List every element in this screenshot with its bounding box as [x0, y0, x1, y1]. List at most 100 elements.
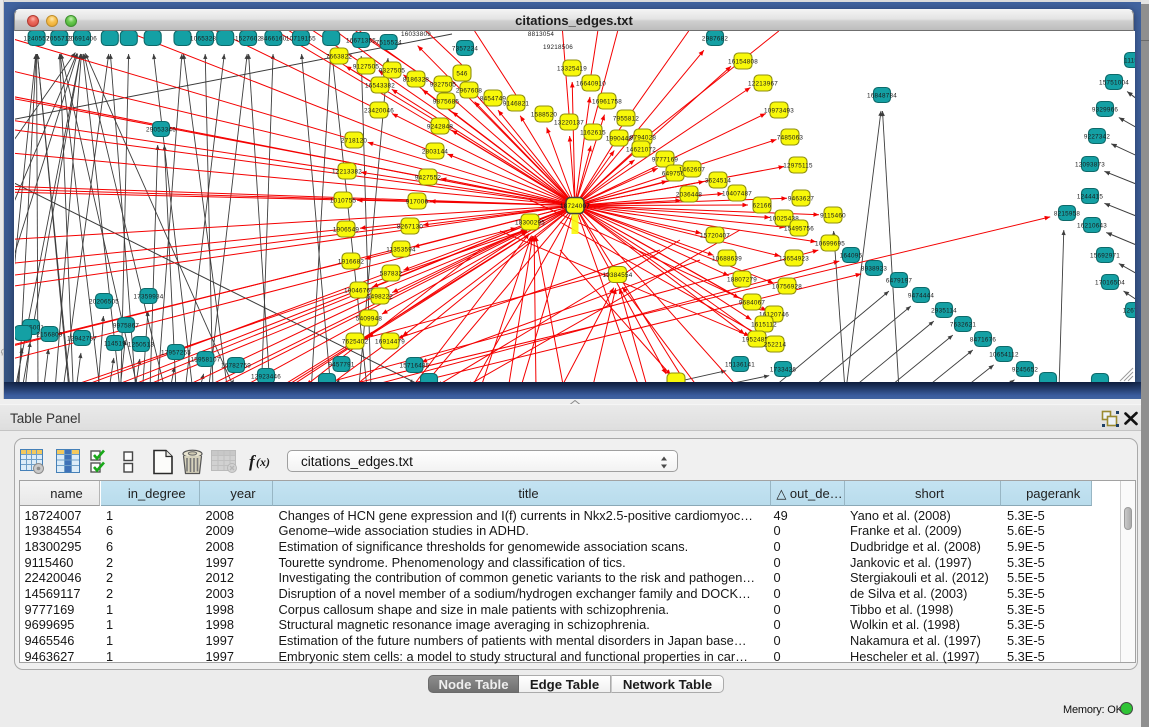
svg-text:5409948: 5409948: [356, 315, 383, 322]
svg-text:17359934: 17359934: [133, 293, 163, 300]
svg-text:1733426: 1733426: [770, 366, 797, 373]
svg-text:9146821: 9146821: [503, 100, 530, 107]
svg-text:18807279: 18807279: [727, 276, 757, 283]
svg-text:1916682: 1916682: [338, 258, 365, 265]
svg-text:5498222: 5498222: [367, 293, 394, 300]
svg-text:1588520: 1588520: [531, 111, 558, 118]
svg-text:9794028: 9794028: [630, 134, 657, 141]
svg-text:16210643: 16210643: [1077, 222, 1107, 229]
svg-text:8466160: 8466160: [260, 35, 287, 42]
svg-text:1010755: 1010755: [330, 197, 357, 204]
svg-text:8215958: 8215958: [1054, 210, 1081, 217]
svg-text:252214: 252214: [764, 341, 787, 348]
svg-text:16543382: 16543382: [365, 82, 395, 89]
svg-text:7625402: 7625402: [342, 338, 369, 345]
svg-text:1162615: 1162615: [580, 129, 606, 136]
svg-text:9115460: 9115460: [820, 212, 846, 219]
svg-text:12213967: 12213967: [748, 80, 778, 87]
svg-text:(x): (x): [256, 455, 270, 469]
svg-text:7357224: 7357224: [452, 45, 479, 52]
svg-text:2156809: 2156809: [36, 331, 63, 338]
svg-text:15716485: 15716485: [399, 362, 429, 369]
svg-text:19218506: 19218506: [543, 44, 573, 51]
svg-text:7632621: 7632621: [950, 321, 977, 328]
svg-text:15720407: 15720407: [700, 232, 730, 239]
svg-text:12093873: 12093873: [1075, 161, 1105, 168]
svg-text:15495756: 15495756: [784, 225, 814, 232]
svg-text:1906549: 1906549: [333, 226, 360, 233]
svg-text:16640910: 16640910: [576, 80, 606, 87]
svg-text:14621072: 14621072: [626, 146, 656, 153]
svg-text:9777169: 9777169: [652, 156, 679, 163]
svg-text:17957255: 17957255: [161, 349, 191, 356]
svg-text:20691406: 20691406: [67, 35, 97, 42]
svg-text:16782759: 16782759: [221, 362, 251, 369]
svg-text:10973493: 10973493: [764, 107, 794, 114]
svg-text:10407487: 10407487: [722, 190, 752, 197]
svg-text:9327505: 9327505: [379, 67, 406, 74]
svg-text:11353594: 11353594: [386, 246, 416, 253]
svg-text:1244415: 1244415: [1077, 193, 1104, 200]
svg-text:15692971: 15692971: [1090, 252, 1120, 259]
svg-text:12923446: 12923446: [251, 373, 281, 380]
svg-text:16671355: 16671355: [346, 37, 376, 44]
svg-text:15136141: 15136141: [725, 361, 755, 368]
svg-text:10699695: 10699695: [815, 240, 845, 247]
svg-text:3624514: 3624514: [705, 177, 732, 184]
svg-text:2987682: 2987682: [702, 35, 729, 42]
svg-text:18724007: 18724007: [560, 203, 590, 210]
svg-text:546: 546: [456, 70, 468, 77]
svg-text:1615112: 1615112: [751, 321, 777, 328]
svg-text:2935114: 2935114: [931, 307, 957, 314]
svg-text:16033809: 16033809: [401, 31, 431, 38]
svg-text:1527602: 1527602: [235, 35, 262, 42]
svg-text:9245652: 9245652: [1012, 366, 1039, 373]
svg-text:8813054: 8813054: [528, 31, 555, 38]
svg-text:7663822: 7663822: [326, 53, 353, 60]
svg-text:13220137: 13220137: [554, 119, 584, 126]
svg-text:7515524: 7515524: [376, 39, 403, 46]
svg-text:9227342: 9227342: [1084, 133, 1111, 140]
svg-text:16848784: 16848784: [867, 92, 897, 99]
svg-text:17016504: 17016504: [1095, 279, 1125, 286]
svg-text:16154808: 16154808: [728, 58, 758, 65]
svg-text:15958107: 15958107: [190, 356, 220, 363]
svg-text:7955812: 7955812: [613, 115, 640, 122]
svg-text:15751004: 15751004: [1099, 79, 1129, 86]
svg-text:12942757: 12942757: [67, 335, 97, 342]
svg-text:9684067: 9684067: [739, 299, 766, 306]
svg-text:6479197: 6479197: [886, 277, 913, 284]
svg-text:114519: 114519: [104, 340, 126, 347]
svg-text:9457791: 9457791: [328, 361, 355, 368]
svg-text:1250513: 1250513: [128, 341, 155, 348]
svg-text:9242848: 9242848: [427, 123, 454, 130]
svg-text:12975115: 12975115: [783, 162, 813, 169]
svg-text:10688639: 10688639: [712, 255, 742, 262]
svg-text:9975867: 9975867: [113, 322, 140, 329]
svg-text:19384554: 19384554: [602, 272, 632, 279]
svg-text:20206505: 20206505: [89, 298, 119, 305]
svg-text:9127505: 9127505: [353, 63, 380, 70]
svg-text:9875685: 9875685: [433, 98, 460, 105]
svg-text:23420046: 23420046: [364, 107, 394, 114]
svg-text:8267130: 8267130: [397, 223, 424, 230]
svg-text:587832: 587832: [380, 270, 403, 277]
svg-text:8938923: 8938923: [861, 265, 888, 272]
svg-text:2036448: 2036448: [676, 191, 703, 198]
svg-text:9329966: 9329966: [1092, 106, 1119, 113]
svg-text:18300295: 18300295: [515, 219, 545, 226]
svg-text:29053346: 29053346: [146, 126, 176, 133]
svg-text:126753: 126753: [1123, 307, 1135, 314]
svg-text:8186328: 8186328: [403, 76, 430, 83]
svg-text:12213382: 12213382: [332, 168, 362, 175]
svg-text:10756928: 10756928: [772, 283, 802, 290]
svg-text:10719155: 10719155: [286, 35, 316, 42]
svg-text:1990448: 1990448: [606, 135, 633, 142]
svg-text:2967608: 2967608: [456, 87, 483, 94]
svg-text:2803144: 2803144: [422, 148, 449, 155]
svg-text:9427552: 9427552: [415, 174, 442, 181]
svg-text:9327505: 9327505: [430, 81, 457, 88]
svg-text:917006: 917006: [406, 198, 429, 205]
svg-text:2718120: 2718120: [341, 137, 368, 144]
svg-text:8471676: 8471676: [970, 336, 997, 343]
